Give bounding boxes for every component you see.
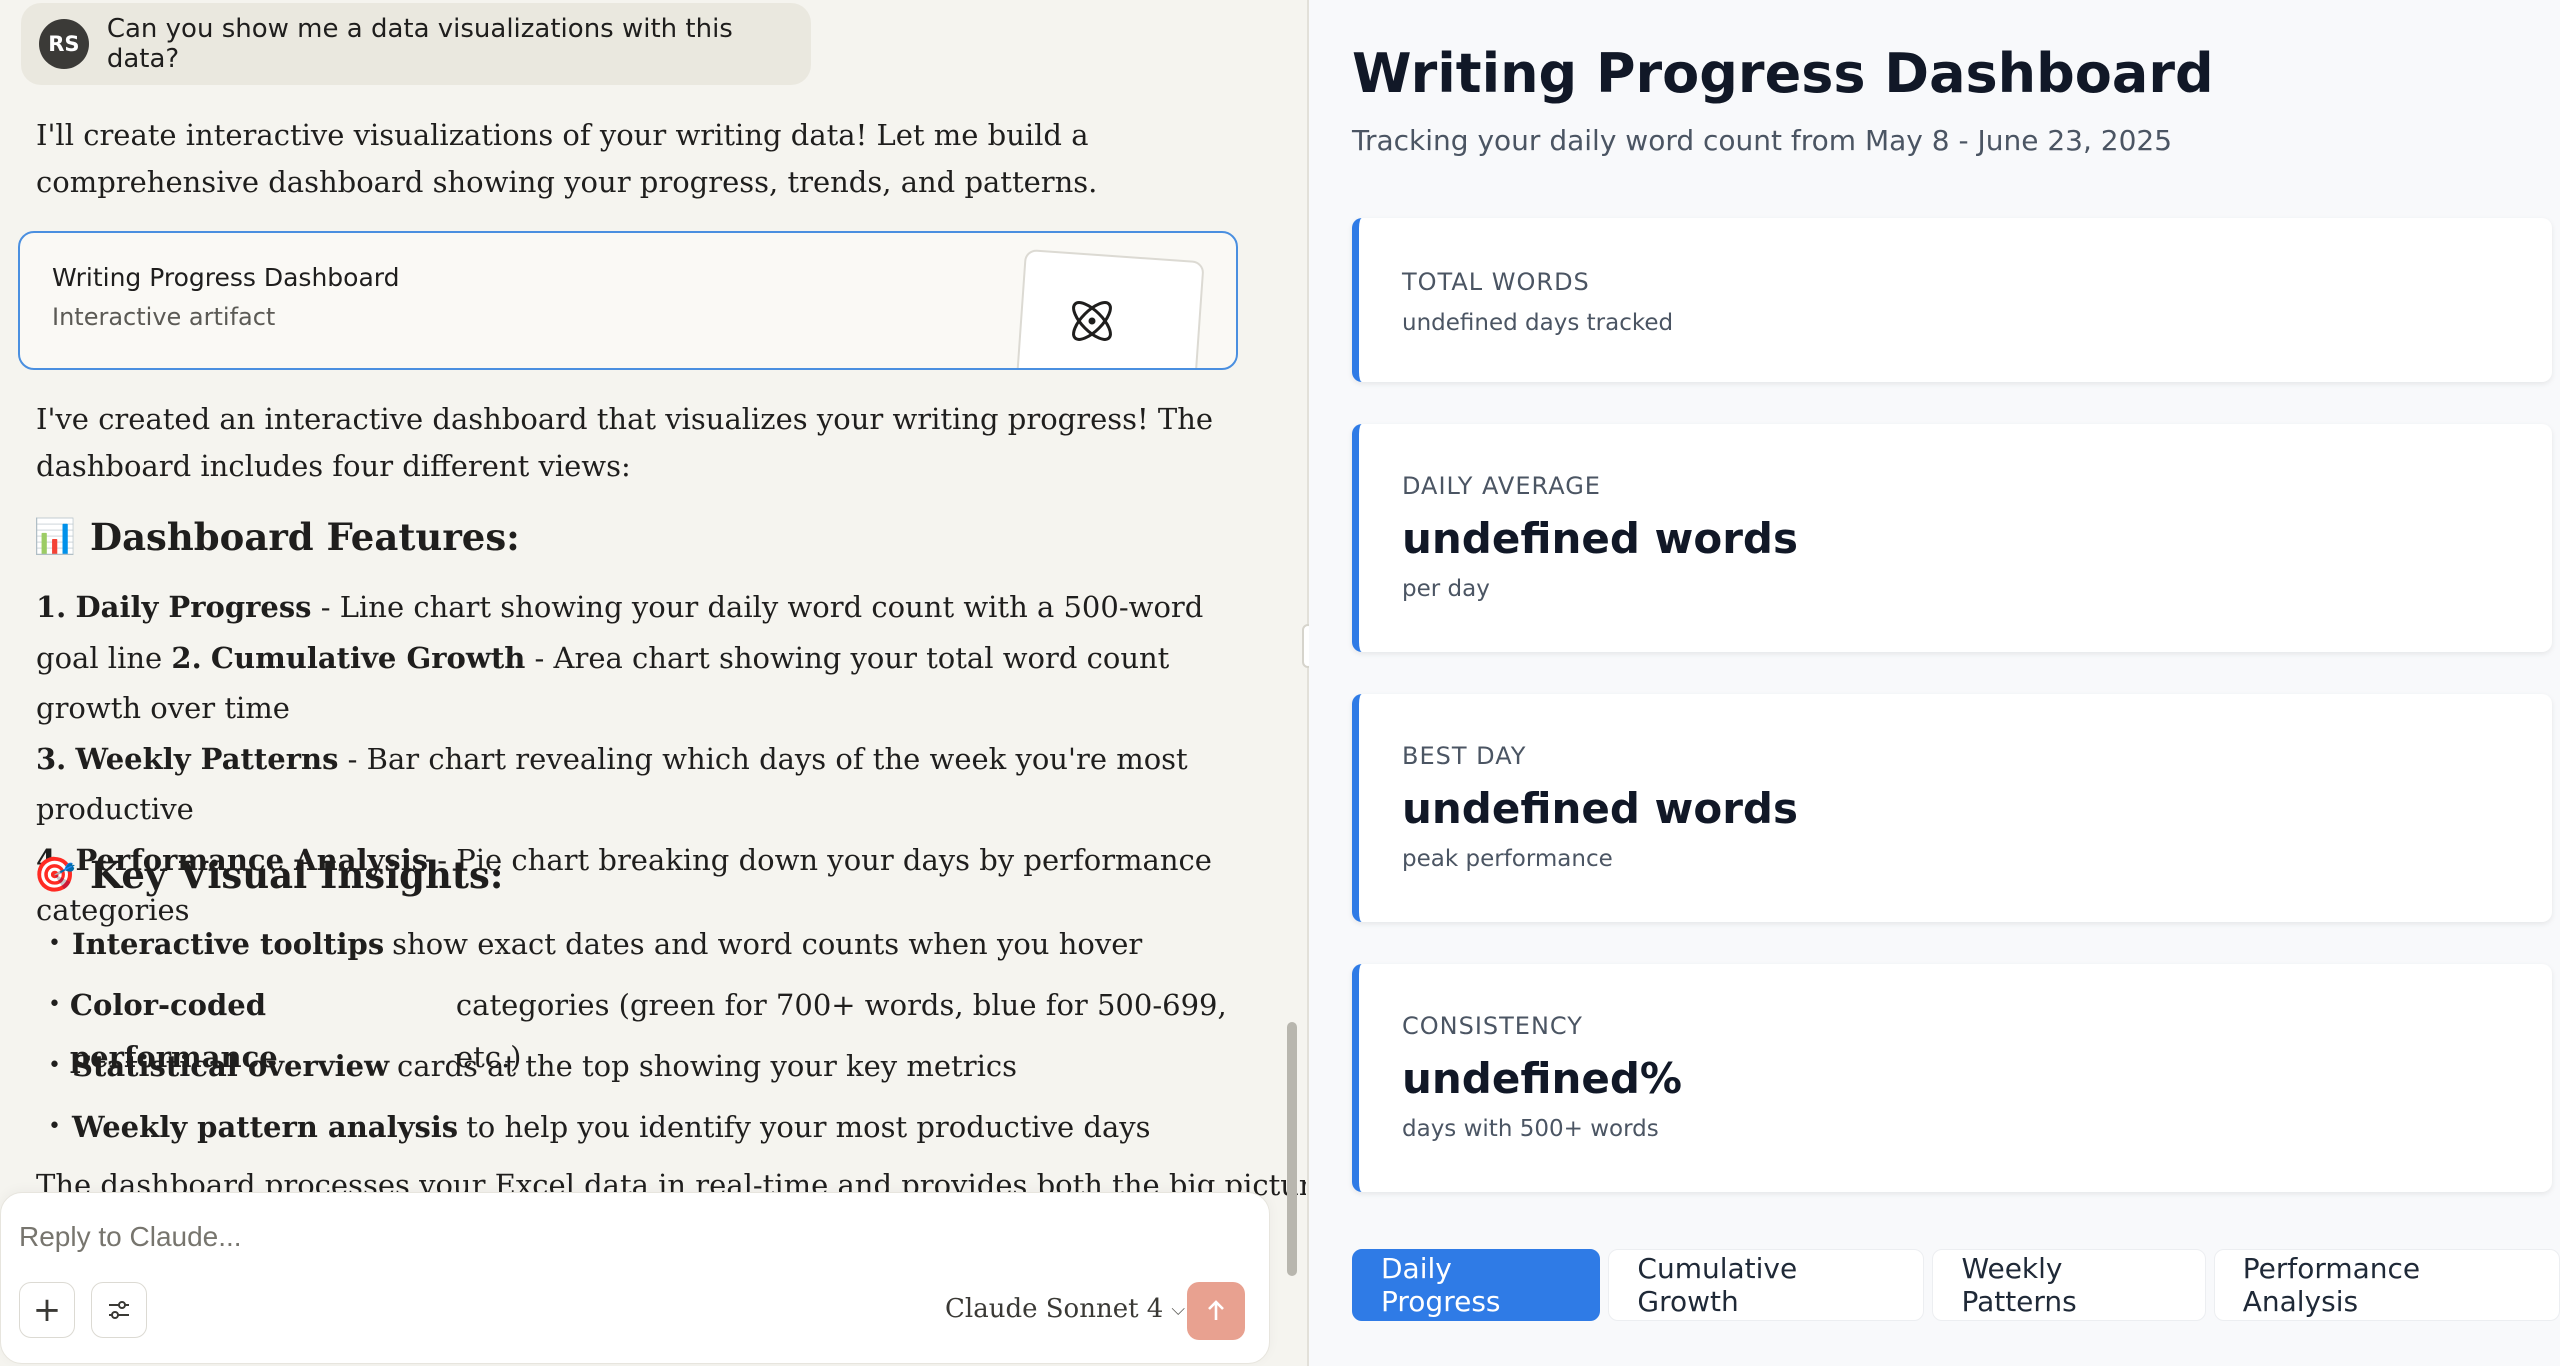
target-icon: 🎯 <box>33 855 77 895</box>
features-heading: 📊 Dashboard Features: <box>33 515 520 559</box>
dashboard-title: Writing Progress Dashboard <box>1352 42 2214 105</box>
artifact-title: Writing Progress Dashboard <box>52 263 400 292</box>
stat-label: Daily Average <box>1402 472 1601 500</box>
stat-value: undefined words <box>1402 784 1798 833</box>
artifact-pane: Writing Progress Dashboard Tracking your… <box>1309 0 2560 1366</box>
send-button[interactable] <box>1187 1282 1245 1340</box>
view-tabs: Daily Progress Cumulative Growth Weekly … <box>1352 1249 2560 1321</box>
insights-list: • Interactive tooltips show exact dates an… <box>48 918 1228 1162</box>
stat-value: undefined% <box>1402 1054 1683 1103</box>
list-item: • Weekly pattern analysis to help you iden… <box>48 1110 1151 1144</box>
list-item: • Interactive tooltips show exact dates an… <box>48 927 1143 961</box>
stat-value: undefined words <box>1402 514 1798 563</box>
stat-card-daily-average: Daily Average undefined words per day <box>1352 424 2552 652</box>
feature-desc: - Area chart showing your total word cou… <box>36 640 1170 726</box>
stat-note: per day <box>1402 576 1490 602</box>
bar-chart-icon: 📊 <box>33 517 77 557</box>
tab-cumulative-growth[interactable]: Cumulative Growth <box>1608 1249 1925 1321</box>
model-selector[interactable]: Claude Sonnet 4 ⌵ <box>945 1294 1185 1324</box>
feature-title: Cumulative Growth <box>210 640 526 675</box>
stat-card-consistency: Consistency undefined% days with 500+ wo… <box>1352 964 2552 1192</box>
composer: + Claude Sonnet 4 ⌵ <box>0 1192 1270 1364</box>
chat-pane: RS Can you show me a data visualizations… <box>0 0 1306 1366</box>
dashboard-subtitle: Tracking your daily word count from May … <box>1352 124 2173 157</box>
stat-card-best-day: Best Day undefined words peak performanc… <box>1352 694 2552 922</box>
stat-label: Total Words <box>1402 268 1590 296</box>
user-message-text: Can you show me a data visualizations wi… <box>106 14 733 74</box>
artifact-card[interactable]: Writing Progress Dashboard Interactive a… <box>18 231 1238 370</box>
sliders-icon <box>109 1301 129 1319</box>
assistant-summary: I've created an interactive dashboard th… <box>36 402 1214 483</box>
insights-heading-text: Key Visual Insights: <box>90 853 504 897</box>
chevron-down-icon: ⌵ <box>1171 1298 1186 1320</box>
features-heading-text: Dashboard Features: <box>90 515 520 559</box>
list-item: • Color-coded performance categories (gree… <box>48 988 1227 1074</box>
stat-label: Consistency <box>1402 1012 1583 1040</box>
tab-performance-analysis[interactable]: Performance Analysis <box>2213 1249 2560 1321</box>
feature-num: 1. <box>36 590 67 624</box>
assistant-intro: I'll create interactive visualizations o… <box>36 118 1098 199</box>
list-item: • Statistical overview cards at the top sh… <box>48 1049 1017 1083</box>
insights-heading: 🎯 Key Visual Insights: <box>33 853 504 897</box>
reply-input[interactable] <box>19 1221 919 1253</box>
tab-daily-progress[interactable]: Daily Progress <box>1352 1249 1601 1321</box>
stat-note: peak performance <box>1402 846 1613 872</box>
stat-card-total-words: Total Words undefined days tracked <box>1352 218 2552 382</box>
atom-icon <box>1072 301 1112 341</box>
feature-num: 3. <box>36 741 67 776</box>
artifact-subtitle: Interactive artifact <box>52 303 276 331</box>
tab-weekly-patterns[interactable]: Weekly Patterns <box>1932 1249 2206 1321</box>
chat-scrollbar[interactable] <box>1287 1022 1297 1276</box>
model-name: Claude Sonnet 4 <box>945 1294 1164 1324</box>
stat-label: Best Day <box>1402 742 1527 770</box>
plus-icon: + <box>32 1290 62 1330</box>
feature-title: Weekly Patterns <box>75 741 339 776</box>
stat-note: undefined days tracked <box>1402 310 1674 336</box>
user-avatar[interactable]: RS <box>39 19 89 69</box>
tools-button[interactable] <box>91 1282 147 1338</box>
stat-note: days with 500+ words <box>1402 1116 1659 1142</box>
add-button[interactable]: + <box>19 1282 75 1338</box>
feature-title: Daily Progress <box>75 590 312 624</box>
user-message: RS Can you show me a data visualizations… <box>21 3 811 85</box>
arrow-up-icon <box>1208 1300 1224 1320</box>
feature-num: 2. <box>171 640 202 675</box>
